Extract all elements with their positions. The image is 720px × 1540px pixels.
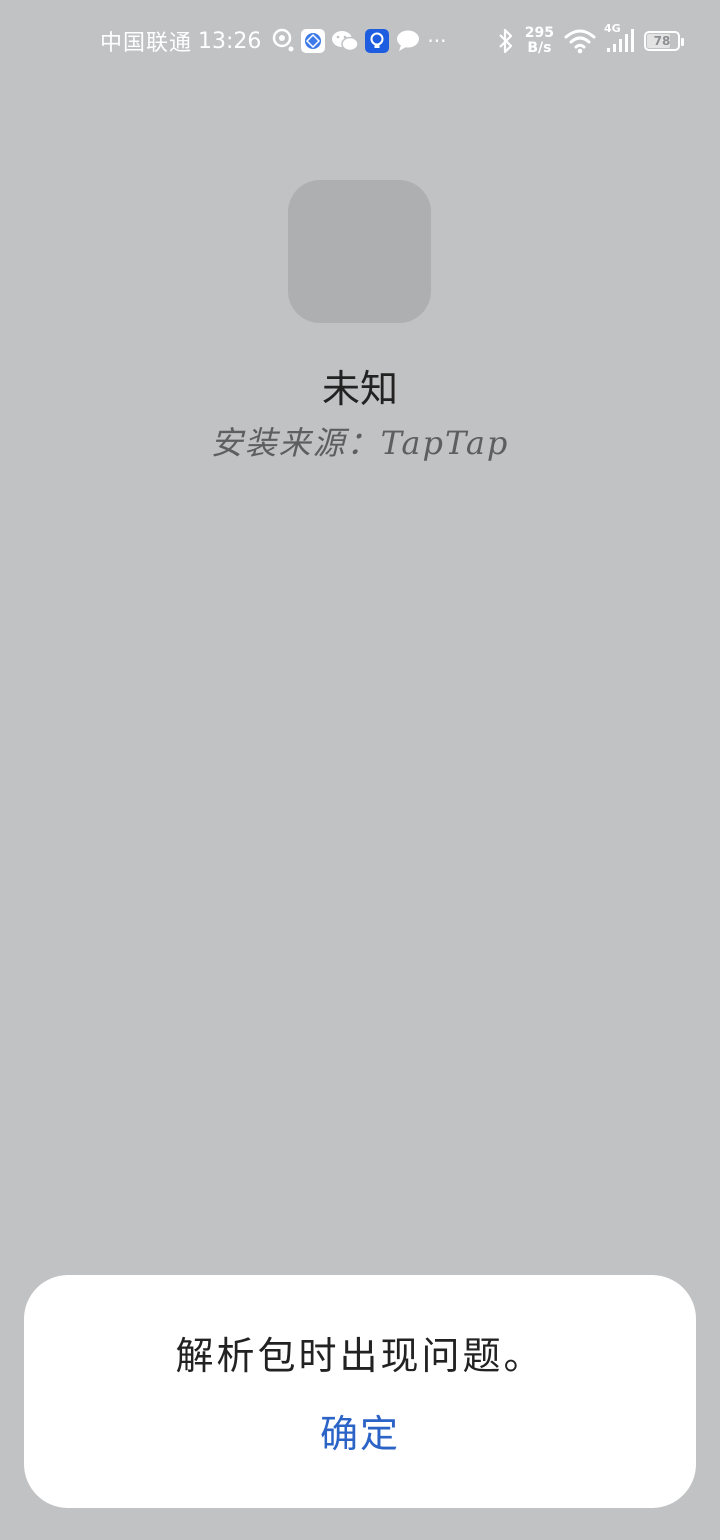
- tips-icon: [365, 29, 390, 53]
- location-icon: [271, 28, 295, 54]
- error-dialog: 解析包时出现问题。 确定: [24, 1275, 696, 1508]
- install-source: 安装来源：TapTap: [210, 424, 510, 462]
- browser-icon: [301, 29, 326, 53]
- clock: 13:26: [198, 28, 262, 54]
- app-name: 未知: [321, 367, 398, 411]
- network-speed-unit: B/s: [527, 40, 552, 56]
- wifi-icon: [564, 28, 596, 54]
- wechat-icon: [331, 29, 360, 53]
- carrier-name: 中国联通: [100, 31, 193, 56]
- status-bar: 中国联通 13:26 ··· 295 B/s 4G 78: [0, 0, 720, 80]
- network-speed: 295 B/s: [525, 26, 554, 56]
- cellular-signal-icon: 4G: [604, 22, 634, 54]
- app-icon-placeholder: [288, 180, 431, 323]
- signal-type-label: 4G: [604, 22, 621, 35]
- message-icon: [395, 29, 421, 53]
- battery-icon: 78: [644, 31, 684, 51]
- network-speed-value: 295: [524, 25, 554, 41]
- bluetooth-icon: [497, 27, 515, 55]
- installer-screen: 中国联通 13:26 ··· 295 B/s 4G 78 未知 安装来源：Tap…: [0, 0, 720, 1540]
- more-dots-icon: ···: [427, 29, 447, 53]
- status-bar-right: 295 B/s 4G 78: [497, 22, 684, 60]
- ok-button[interactable]: 确定: [260, 1401, 460, 1467]
- status-bar-left: 中国联通 13:26 ···: [100, 24, 447, 58]
- dialog-message: 解析包时出现问题。: [175, 1334, 545, 1378]
- battery-level: 78: [653, 34, 671, 48]
